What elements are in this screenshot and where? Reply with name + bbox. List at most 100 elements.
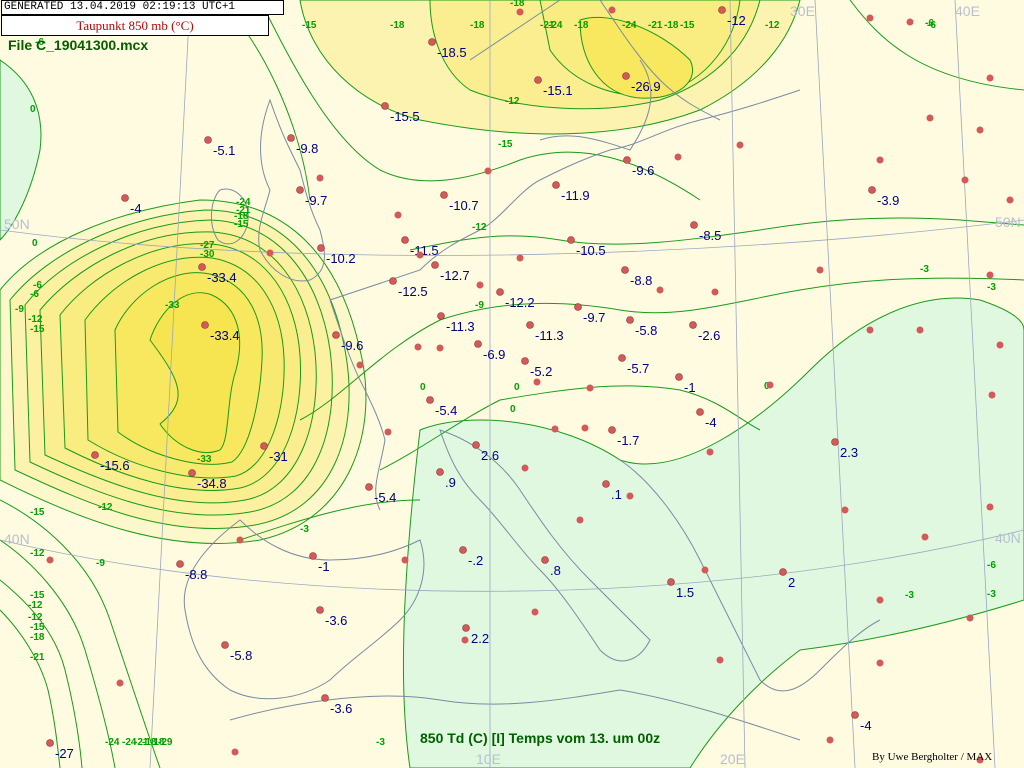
station-dot xyxy=(868,186,876,194)
station-dot xyxy=(541,556,549,564)
contour-label: -12 xyxy=(765,20,780,31)
station-value: -10.7 xyxy=(449,198,479,213)
contour-label: -24 xyxy=(622,20,637,31)
station-dot xyxy=(431,261,439,269)
contour-label: -12 xyxy=(28,600,43,611)
station-value: -5.8 xyxy=(230,648,252,663)
station-dot xyxy=(534,76,542,84)
station-dot xyxy=(851,711,859,719)
station-dot xyxy=(428,38,436,46)
station-dot xyxy=(926,114,934,122)
contour-label: -12 xyxy=(472,222,487,233)
station-value: 2.2 xyxy=(471,631,489,646)
station-dot xyxy=(381,102,389,110)
station-dot xyxy=(476,281,484,289)
station-value: -9.7 xyxy=(583,310,605,325)
station-dot xyxy=(296,186,304,194)
map-subtitle: Taupunkt 850 mb (°C) xyxy=(1,15,269,36)
station-dot xyxy=(552,181,560,189)
station-value: -4 xyxy=(705,415,717,430)
station-dot xyxy=(689,321,697,329)
contour-label: 0 xyxy=(32,238,38,249)
contour-label: -15 xyxy=(498,139,513,150)
station-value: -1.7 xyxy=(617,433,639,448)
contour-label: -15 xyxy=(30,507,45,518)
station-value: -15.1 xyxy=(543,83,573,98)
station-value: -12.7 xyxy=(440,268,470,283)
station-value: -5.4 xyxy=(435,403,457,418)
contour-label: -3 xyxy=(376,737,385,748)
station-value: -5.1 xyxy=(213,143,235,158)
contour-label: -12 xyxy=(505,96,520,107)
station-dot xyxy=(287,134,295,142)
station-dot xyxy=(581,424,589,432)
station-value: 2 xyxy=(788,575,795,590)
station-value: -4 xyxy=(860,718,872,733)
station-dot xyxy=(221,641,229,649)
contour-label: -21 xyxy=(648,20,663,31)
contour-label: -3 xyxy=(300,524,309,535)
station-dot xyxy=(321,694,329,702)
station-dot xyxy=(440,191,448,199)
station-dot xyxy=(621,266,629,274)
station-value: .9 xyxy=(445,475,456,490)
station-dot xyxy=(526,321,534,329)
station-value: -26.9 xyxy=(631,79,661,94)
station-value: -10.2 xyxy=(326,251,356,266)
station-dot xyxy=(201,321,209,329)
file-label: File C_19041300.mcx xyxy=(8,37,149,53)
station-dot xyxy=(718,6,726,14)
station-value: -10.5 xyxy=(576,243,606,258)
grid-label: 20E xyxy=(720,751,745,767)
station-dot xyxy=(462,624,470,632)
station-value: -5.7 xyxy=(627,361,649,376)
station-dot xyxy=(766,381,774,389)
contour-label: -15 xyxy=(680,20,695,31)
station-dot xyxy=(461,636,469,644)
station-value: 1.5 xyxy=(676,585,694,600)
station-value: -31 xyxy=(269,449,288,464)
contour-label: -18 xyxy=(390,20,405,31)
station-value: -1 xyxy=(684,380,696,395)
station-value: -33.4 xyxy=(210,328,240,343)
station-dot xyxy=(816,266,824,274)
grid-label: 40N xyxy=(995,530,1021,546)
station-value: -9.8 xyxy=(296,141,318,156)
station-dot xyxy=(618,354,626,362)
station-dot xyxy=(716,656,724,664)
station-value: .8 xyxy=(550,563,561,578)
station-value: -11.9 xyxy=(561,188,590,203)
station-value: -18.5 xyxy=(437,45,467,60)
station-dot xyxy=(459,546,467,554)
station-dot xyxy=(332,331,340,339)
cold-pool-bands xyxy=(0,199,367,545)
contour-label: -6 xyxy=(987,560,996,571)
station-dot xyxy=(906,18,914,26)
station-dot xyxy=(623,156,631,164)
grid-label: 30E xyxy=(790,3,815,19)
station-dot xyxy=(626,316,634,324)
station-dot xyxy=(656,286,664,294)
station-dot xyxy=(602,480,610,488)
station-value: -1 xyxy=(318,559,330,574)
contour-label: -12 xyxy=(98,502,113,513)
contour-label: -29 xyxy=(158,737,173,748)
station-dot xyxy=(401,236,409,244)
station-dot xyxy=(521,464,529,472)
station-dot xyxy=(736,141,744,149)
station-dot xyxy=(260,442,268,450)
station-dot xyxy=(356,361,364,369)
contour-label: -9 xyxy=(96,558,105,569)
station-dot xyxy=(674,153,682,161)
contour-label: 0 xyxy=(510,404,516,415)
contour-label: -33 xyxy=(165,300,180,311)
grid-label: 40N xyxy=(4,531,30,547)
contour-label: -33 xyxy=(197,454,212,465)
station-value: 2.3 xyxy=(840,445,858,460)
contour-label: -18 xyxy=(30,632,45,643)
station-dot xyxy=(667,578,675,586)
station-value: -6.9 xyxy=(483,347,505,362)
station-dot xyxy=(266,249,274,257)
station-dot xyxy=(876,156,884,164)
grid-label: 40E xyxy=(955,3,980,19)
